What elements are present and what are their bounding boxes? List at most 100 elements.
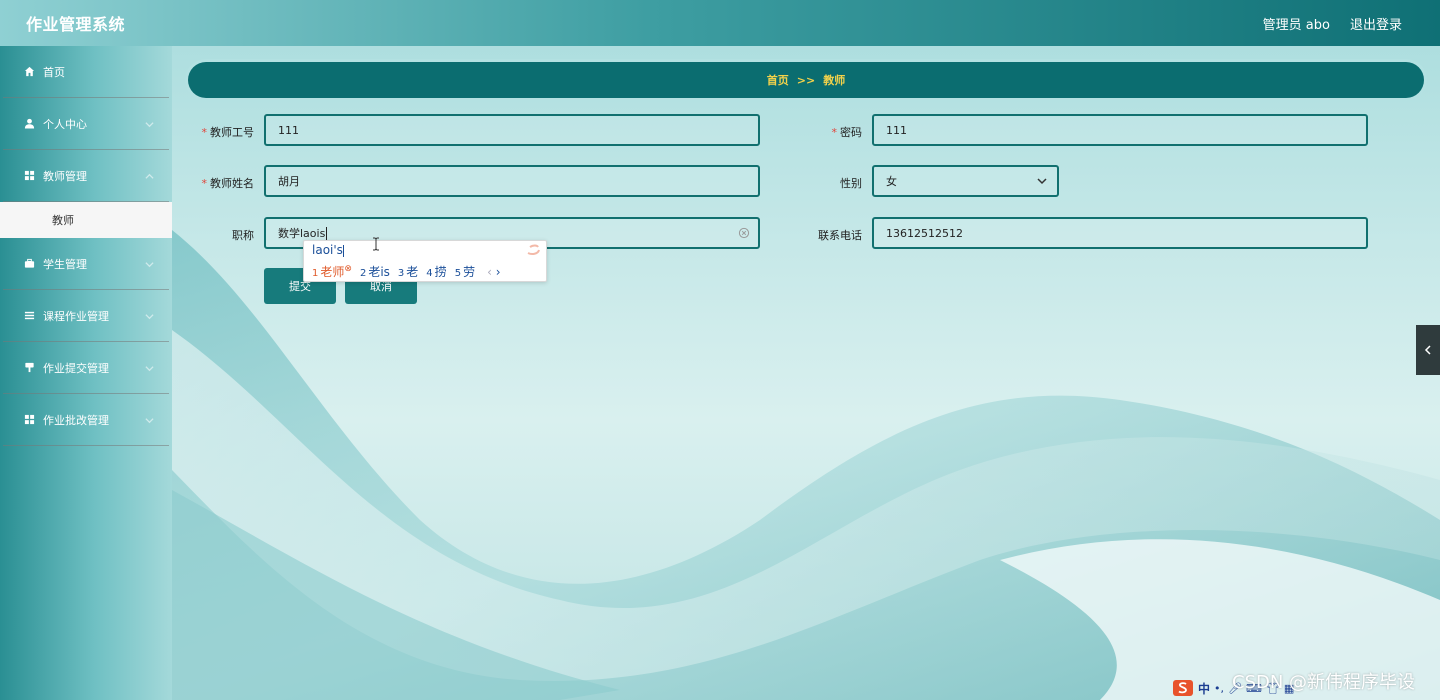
ime-pager: ‹ › xyxy=(487,265,500,279)
breadcrumb: 首页 >> 教师 xyxy=(188,62,1424,98)
ime-caret xyxy=(342,244,344,257)
gender-label: 性别 xyxy=(772,175,862,191)
teacher-id-value: 111 xyxy=(278,123,299,137)
sidebar-item-homework-grading-management[interactable]: 作业批改管理 xyxy=(3,394,169,446)
breadcrumb-current: 教师 xyxy=(823,74,846,87)
phone-label: 联系电话 xyxy=(772,227,862,243)
candidate-number: 1 xyxy=(312,268,319,279)
upload-icon xyxy=(23,362,35,374)
phone-input[interactable]: 13612512512 xyxy=(872,217,1368,249)
clear-input-icon[interactable] xyxy=(738,227,750,239)
sidebar-subitem-teacher[interactable]: 教师 xyxy=(0,202,172,238)
sidebar-item-label: 作业批改管理 xyxy=(43,413,109,427)
sidebar-item-student-management[interactable]: 学生管理 xyxy=(3,238,169,290)
ime-next-page-icon[interactable]: › xyxy=(496,265,501,279)
chevron-down-icon xyxy=(145,119,155,129)
sidebar-item-label: 课程作业管理 xyxy=(43,309,109,323)
gender-label-text: 性别 xyxy=(840,177,862,190)
password-input[interactable]: 111 xyxy=(872,114,1368,146)
teacher-name-value: 胡月 xyxy=(278,175,300,188)
password-value: 111 xyxy=(886,123,907,137)
sidebar-item-label: 首页 xyxy=(43,65,65,79)
text-cursor-icon xyxy=(373,237,379,251)
collapse-panel-tab[interactable] xyxy=(1416,325,1440,375)
ime-candidate-2[interactable]: 2 老is xyxy=(360,263,390,280)
sidebar-item-teacher-management[interactable]: 教师管理 xyxy=(3,150,169,202)
sidebar-item-label: 作业提交管理 xyxy=(43,361,109,375)
grid-icon xyxy=(23,414,35,426)
candidate-text: 劳 xyxy=(463,265,476,279)
user-icon xyxy=(23,118,35,130)
watermark: CSDN @新伟程序毕设 xyxy=(1232,672,1416,693)
required-mark: * xyxy=(831,126,838,139)
chevron-down-icon xyxy=(145,363,155,373)
ime-candidate-popup: laoi's 1 老师⊗ 2 老is 3老 4捞 5劳 ‹ › xyxy=(303,240,547,282)
current-user-label: 管理员 abo xyxy=(1262,17,1330,33)
main-content: 首页 >> 教师 * 教师工号 111 * 密码 111 * 教师姓名 胡月 性别 女… xyxy=(172,46,1440,700)
required-mark: * xyxy=(201,126,208,139)
sidebar-item-home[interactable]: 首页 xyxy=(3,46,169,98)
ime-prev-page-icon[interactable]: ‹ xyxy=(487,265,492,279)
candidate-text: 老师 xyxy=(320,265,345,279)
teacher-name-input[interactable]: 胡月 xyxy=(264,165,760,197)
teacher-id-label: * 教师工号 xyxy=(164,124,255,140)
ime-language-indicator[interactable]: 中 xyxy=(1198,680,1210,697)
ime-composition: laoi's xyxy=(312,243,344,257)
gender-select[interactable]: 女 xyxy=(872,165,1059,197)
candidate-text: 老is xyxy=(368,265,390,279)
text-caret xyxy=(326,226,328,240)
ime-candidate-4[interactable]: 4捞 xyxy=(426,263,446,280)
sidebar: 首页 个人中心 教师管理 教师 学生管理 课程作业管理 作业提交管理 作业批改管… xyxy=(0,46,172,700)
chevron-down-icon xyxy=(145,415,155,425)
grid-icon xyxy=(23,170,35,182)
candidate-number: 3 xyxy=(397,268,405,279)
gender-value: 女 xyxy=(886,175,897,188)
teacher-id-input[interactable]: 111 xyxy=(264,114,760,146)
sidebar-item-course-homework-management[interactable]: 课程作业管理 xyxy=(3,290,169,342)
sogou-logo-icon xyxy=(527,244,540,255)
job-title-label-text: 职称 xyxy=(232,229,254,242)
chevron-down-icon xyxy=(145,259,155,269)
ime-candidate-5[interactable]: 5劳 xyxy=(455,263,475,280)
ime-candidate-1[interactable]: 1 老师⊗ xyxy=(312,263,352,280)
sidebar-item-label: 学生管理 xyxy=(43,257,87,271)
home-icon xyxy=(23,66,35,78)
sogou-s-icon[interactable] xyxy=(1172,679,1194,697)
teacher-name-label: * 教师姓名 xyxy=(164,175,255,191)
candidate-number: 5 xyxy=(454,268,462,279)
top-header: 作业管理系统 管理员 abo 退出登录 xyxy=(0,0,1440,46)
breadcrumb-separator: >> xyxy=(796,73,816,87)
chevron-down-icon xyxy=(1037,176,1047,186)
required-mark: * xyxy=(201,177,208,190)
list-icon xyxy=(23,310,35,322)
chevron-down-icon xyxy=(145,311,155,321)
candidate-gear-icon: ⊗ xyxy=(344,264,352,274)
job-title-value: 数学laois xyxy=(278,227,326,240)
ime-candidate-3[interactable]: 3老 xyxy=(398,263,418,280)
teacher-id-label-text: 教师工号 xyxy=(210,126,254,139)
chevron-up-icon xyxy=(145,171,155,181)
header-user-area: 管理员 abo 退出登录 xyxy=(1263,14,1414,33)
candidate-text: 捞 xyxy=(434,265,447,279)
briefcase-icon xyxy=(23,258,35,270)
punctuation-icon[interactable]: •, xyxy=(1214,682,1224,695)
candidate-number: 2 xyxy=(359,268,367,279)
password-label-text: 密码 xyxy=(840,126,862,139)
job-title-label: 职称 xyxy=(164,227,254,243)
ime-candidates: 1 老师⊗ 2 老is 3老 4捞 5劳 ‹ › xyxy=(312,263,501,280)
candidate-number: 4 xyxy=(426,268,433,279)
phone-value: 13612512512 xyxy=(886,226,963,240)
sidebar-item-homework-submission-management[interactable]: 作业提交管理 xyxy=(3,342,169,394)
logout-button[interactable]: 退出登录 xyxy=(1350,14,1402,33)
phone-label-text: 联系电话 xyxy=(818,229,862,242)
app-title: 作业管理系统 xyxy=(26,15,126,34)
candidate-text: 老 xyxy=(406,265,419,279)
ime-composition-text: laoi's xyxy=(312,243,343,257)
sidebar-item-label: 个人中心 xyxy=(43,117,87,131)
teacher-name-label-text: 教师姓名 xyxy=(210,177,254,190)
chevron-left-icon xyxy=(1424,345,1431,355)
sidebar-item-personal-center[interactable]: 个人中心 xyxy=(3,98,169,150)
sidebar-item-label: 教师管理 xyxy=(43,169,87,183)
password-label: * 密码 xyxy=(772,124,863,140)
breadcrumb-home-link[interactable]: 首页 xyxy=(767,72,789,88)
